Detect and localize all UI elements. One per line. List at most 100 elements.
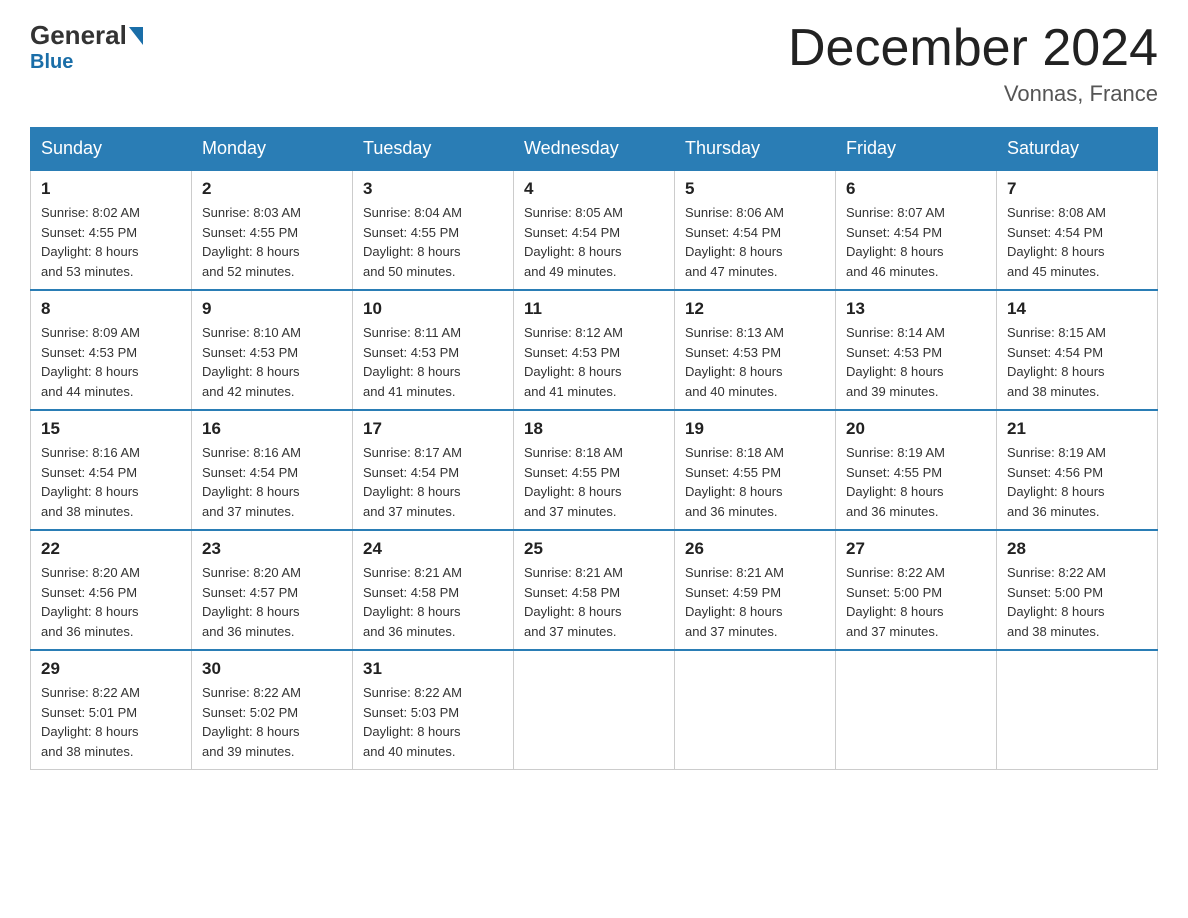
day-info: Sunrise: 8:05 AM Sunset: 4:54 PM Dayligh…: [524, 203, 664, 281]
logo: General Blue: [30, 20, 145, 74]
table-row: 21 Sunrise: 8:19 AM Sunset: 4:56 PM Dayl…: [997, 410, 1158, 530]
table-row: 28 Sunrise: 8:22 AM Sunset: 5:00 PM Dayl…: [997, 530, 1158, 650]
day-number: 10: [363, 299, 503, 319]
day-number: 22: [41, 539, 181, 559]
logo-arrow-icon: [129, 27, 143, 45]
col-sunday: Sunday: [31, 128, 192, 171]
table-row: 24 Sunrise: 8:21 AM Sunset: 4:58 PM Dayl…: [353, 530, 514, 650]
table-row: 20 Sunrise: 8:19 AM Sunset: 4:55 PM Dayl…: [836, 410, 997, 530]
day-number: 28: [1007, 539, 1147, 559]
table-row: 8 Sunrise: 8:09 AM Sunset: 4:53 PM Dayli…: [31, 290, 192, 410]
day-number: 1: [41, 179, 181, 199]
table-row: [514, 650, 675, 770]
table-row: 13 Sunrise: 8:14 AM Sunset: 4:53 PM Dayl…: [836, 290, 997, 410]
day-info: Sunrise: 8:19 AM Sunset: 4:56 PM Dayligh…: [1007, 443, 1147, 521]
day-number: 11: [524, 299, 664, 319]
calendar-week-row: 15 Sunrise: 8:16 AM Sunset: 4:54 PM Dayl…: [31, 410, 1158, 530]
day-number: 24: [363, 539, 503, 559]
day-info: Sunrise: 8:19 AM Sunset: 4:55 PM Dayligh…: [846, 443, 986, 521]
day-number: 23: [202, 539, 342, 559]
day-number: 17: [363, 419, 503, 439]
table-row: 1 Sunrise: 8:02 AM Sunset: 4:55 PM Dayli…: [31, 170, 192, 290]
day-number: 31: [363, 659, 503, 679]
month-title: December 2024: [788, 20, 1158, 77]
day-number: 25: [524, 539, 664, 559]
table-row: 27 Sunrise: 8:22 AM Sunset: 5:00 PM Dayl…: [836, 530, 997, 650]
day-number: 21: [1007, 419, 1147, 439]
col-friday: Friday: [836, 128, 997, 171]
table-row: 26 Sunrise: 8:21 AM Sunset: 4:59 PM Dayl…: [675, 530, 836, 650]
day-info: Sunrise: 8:18 AM Sunset: 4:55 PM Dayligh…: [685, 443, 825, 521]
day-info: Sunrise: 8:06 AM Sunset: 4:54 PM Dayligh…: [685, 203, 825, 281]
day-number: 5: [685, 179, 825, 199]
calendar-week-row: 1 Sunrise: 8:02 AM Sunset: 4:55 PM Dayli…: [31, 170, 1158, 290]
page-header: General Blue December 2024 Vonnas, Franc…: [30, 20, 1158, 107]
day-info: Sunrise: 8:21 AM Sunset: 4:59 PM Dayligh…: [685, 563, 825, 641]
col-saturday: Saturday: [997, 128, 1158, 171]
table-row: [997, 650, 1158, 770]
day-info: Sunrise: 8:14 AM Sunset: 4:53 PM Dayligh…: [846, 323, 986, 401]
day-info: Sunrise: 8:21 AM Sunset: 4:58 PM Dayligh…: [524, 563, 664, 641]
table-row: 10 Sunrise: 8:11 AM Sunset: 4:53 PM Dayl…: [353, 290, 514, 410]
day-number: 7: [1007, 179, 1147, 199]
table-row: 7 Sunrise: 8:08 AM Sunset: 4:54 PM Dayli…: [997, 170, 1158, 290]
table-row: 5 Sunrise: 8:06 AM Sunset: 4:54 PM Dayli…: [675, 170, 836, 290]
logo-text: General: [30, 20, 145, 51]
table-row: 29 Sunrise: 8:22 AM Sunset: 5:01 PM Dayl…: [31, 650, 192, 770]
table-row: 18 Sunrise: 8:18 AM Sunset: 4:55 PM Dayl…: [514, 410, 675, 530]
day-number: 15: [41, 419, 181, 439]
col-thursday: Thursday: [675, 128, 836, 171]
day-number: 14: [1007, 299, 1147, 319]
day-info: Sunrise: 8:16 AM Sunset: 4:54 PM Dayligh…: [41, 443, 181, 521]
day-info: Sunrise: 8:17 AM Sunset: 4:54 PM Dayligh…: [363, 443, 503, 521]
table-row: 31 Sunrise: 8:22 AM Sunset: 5:03 PM Dayl…: [353, 650, 514, 770]
day-number: 18: [524, 419, 664, 439]
day-info: Sunrise: 8:22 AM Sunset: 5:03 PM Dayligh…: [363, 683, 503, 761]
day-info: Sunrise: 8:22 AM Sunset: 5:02 PM Dayligh…: [202, 683, 342, 761]
table-row: 19 Sunrise: 8:18 AM Sunset: 4:55 PM Dayl…: [675, 410, 836, 530]
day-info: Sunrise: 8:12 AM Sunset: 4:53 PM Dayligh…: [524, 323, 664, 401]
table-row: [836, 650, 997, 770]
table-row: 3 Sunrise: 8:04 AM Sunset: 4:55 PM Dayli…: [353, 170, 514, 290]
table-row: 6 Sunrise: 8:07 AM Sunset: 4:54 PM Dayli…: [836, 170, 997, 290]
day-number: 6: [846, 179, 986, 199]
table-row: 22 Sunrise: 8:20 AM Sunset: 4:56 PM Dayl…: [31, 530, 192, 650]
table-row: 25 Sunrise: 8:21 AM Sunset: 4:58 PM Dayl…: [514, 530, 675, 650]
day-info: Sunrise: 8:11 AM Sunset: 4:53 PM Dayligh…: [363, 323, 503, 401]
day-info: Sunrise: 8:22 AM Sunset: 5:00 PM Dayligh…: [846, 563, 986, 641]
day-number: 3: [363, 179, 503, 199]
day-info: Sunrise: 8:20 AM Sunset: 4:57 PM Dayligh…: [202, 563, 342, 641]
day-number: 4: [524, 179, 664, 199]
day-info: Sunrise: 8:15 AM Sunset: 4:54 PM Dayligh…: [1007, 323, 1147, 401]
day-info: Sunrise: 8:20 AM Sunset: 4:56 PM Dayligh…: [41, 563, 181, 641]
day-info: Sunrise: 8:10 AM Sunset: 4:53 PM Dayligh…: [202, 323, 342, 401]
day-number: 20: [846, 419, 986, 439]
day-info: Sunrise: 8:13 AM Sunset: 4:53 PM Dayligh…: [685, 323, 825, 401]
day-info: Sunrise: 8:07 AM Sunset: 4:54 PM Dayligh…: [846, 203, 986, 281]
table-row: 16 Sunrise: 8:16 AM Sunset: 4:54 PM Dayl…: [192, 410, 353, 530]
day-info: Sunrise: 8:21 AM Sunset: 4:58 PM Dayligh…: [363, 563, 503, 641]
logo-blue-text: Blue: [30, 51, 73, 74]
col-tuesday: Tuesday: [353, 128, 514, 171]
calendar-week-row: 29 Sunrise: 8:22 AM Sunset: 5:01 PM Dayl…: [31, 650, 1158, 770]
day-number: 12: [685, 299, 825, 319]
table-row: 4 Sunrise: 8:05 AM Sunset: 4:54 PM Dayli…: [514, 170, 675, 290]
day-number: 8: [41, 299, 181, 319]
day-info: Sunrise: 8:02 AM Sunset: 4:55 PM Dayligh…: [41, 203, 181, 281]
day-number: 30: [202, 659, 342, 679]
day-number: 29: [41, 659, 181, 679]
day-info: Sunrise: 8:22 AM Sunset: 5:00 PM Dayligh…: [1007, 563, 1147, 641]
day-info: Sunrise: 8:16 AM Sunset: 4:54 PM Dayligh…: [202, 443, 342, 521]
table-row: 2 Sunrise: 8:03 AM Sunset: 4:55 PM Dayli…: [192, 170, 353, 290]
table-row: 14 Sunrise: 8:15 AM Sunset: 4:54 PM Dayl…: [997, 290, 1158, 410]
calendar-week-row: 8 Sunrise: 8:09 AM Sunset: 4:53 PM Dayli…: [31, 290, 1158, 410]
col-wednesday: Wednesday: [514, 128, 675, 171]
table-row: 15 Sunrise: 8:16 AM Sunset: 4:54 PM Dayl…: [31, 410, 192, 530]
day-number: 9: [202, 299, 342, 319]
day-number: 13: [846, 299, 986, 319]
day-info: Sunrise: 8:04 AM Sunset: 4:55 PM Dayligh…: [363, 203, 503, 281]
calendar-week-row: 22 Sunrise: 8:20 AM Sunset: 4:56 PM Dayl…: [31, 530, 1158, 650]
day-info: Sunrise: 8:22 AM Sunset: 5:01 PM Dayligh…: [41, 683, 181, 761]
table-row: 11 Sunrise: 8:12 AM Sunset: 4:53 PM Dayl…: [514, 290, 675, 410]
logo-general-text: General: [30, 20, 127, 51]
